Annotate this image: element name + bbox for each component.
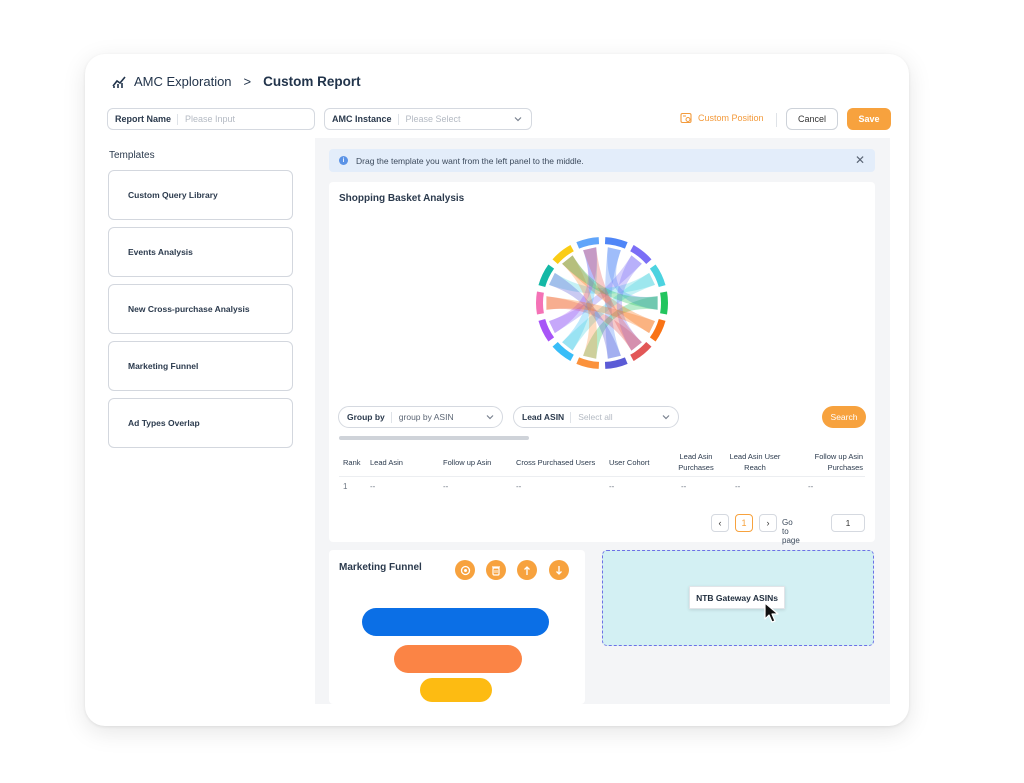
templates-title: Templates <box>109 150 155 161</box>
lead-asin-select[interactable]: Lead ASIN Select all <box>513 406 679 428</box>
cell-cross-purchased-users: -- <box>516 482 522 491</box>
amc-instance-label: AMC Instance <box>325 113 399 125</box>
marketing-funnel-panel[interactable]: Marketing Funnel <box>329 550 585 704</box>
custom-position-button[interactable]: Custom Position <box>680 112 764 124</box>
amc-instance-select[interactable]: AMC Instance Please Select <box>324 108 532 130</box>
group-by-label: Group by <box>339 411 392 423</box>
report-builder-card: AMC Exploration > Custom Report Report N… <box>85 54 909 726</box>
trash-icon[interactable] <box>486 560 506 580</box>
col-lead-asin: Lead Asin <box>370 458 403 467</box>
chord-diagram <box>536 237 668 369</box>
drag-tip-banner: i Drag the template you want from the le… <box>329 149 875 172</box>
lead-asin-label: Lead ASIN <box>514 411 572 423</box>
prev-page-button[interactable]: ‹ <box>711 514 729 532</box>
arrow-down-icon[interactable] <box>549 560 569 580</box>
group-by-value[interactable]: group by ASIN <box>392 412 485 422</box>
chord-arc-segment <box>604 357 628 369</box>
page-title: Custom Report <box>263 74 361 89</box>
col-user-cohort: User Cohort <box>609 458 650 467</box>
shopping-basket-title: Shopping Basket Analysis <box>339 193 465 204</box>
template-custom-query-library[interactable]: Custom Query Library <box>108 170 293 220</box>
report-name-input[interactable]: Please Input <box>178 114 314 124</box>
page-number-button[interactable]: 1 <box>735 514 753 532</box>
col-lead-asin-user-reach: Lead Asin User Reach <box>729 452 781 472</box>
toolbar-divider <box>776 113 777 127</box>
amc-instance-value[interactable]: Please Select <box>399 114 513 124</box>
col-cross-purchased-users: Cross Purchased Users <box>516 458 596 467</box>
scrollbar-thumb[interactable] <box>339 436 529 440</box>
template-ad-types-overlap[interactable]: Ad Types Overlap <box>108 398 293 448</box>
lead-asin-value[interactable]: Select all <box>571 412 661 422</box>
arrow-up-icon[interactable] <box>517 560 537 580</box>
tip-text: Drag the template you want from the left… <box>356 155 584 166</box>
cell-lead-asin: -- <box>370 482 376 491</box>
report-name-field[interactable]: Report Name Please Input <box>107 108 315 130</box>
col-lead-asin-purchases: Lead Asin Purchases <box>678 452 714 472</box>
chord-arc-segment <box>576 357 600 369</box>
breadcrumb: AMC Exploration > Custom Report <box>112 74 361 89</box>
cell-rank: 1 <box>343 482 348 491</box>
search-button[interactable]: Search <box>822 406 866 428</box>
breadcrumb-root[interactable]: AMC Exploration <box>134 74 232 89</box>
breadcrumb-separator: > <box>243 74 252 89</box>
cell-follow-up-asin-purchases: -- <box>808 482 814 491</box>
template-marketing-funnel[interactable]: Marketing Funnel <box>108 341 293 391</box>
shopping-basket-panel[interactable]: Shopping Basket Analysis Group by group … <box>329 182 875 545</box>
col-rank: Rank <box>343 458 361 467</box>
custom-position-label: Custom Position <box>698 113 764 123</box>
report-name-label: Report Name <box>108 113 179 125</box>
next-page-button[interactable]: › <box>759 514 777 532</box>
chord-ribbons <box>546 247 658 359</box>
report-canvas: i Drag the template you want from the le… <box>315 138 890 704</box>
chevron-down-icon <box>486 415 494 420</box>
cursor-pointer-icon <box>764 602 779 623</box>
chord-arc-segment <box>576 237 600 249</box>
cell-lead-asin-purchases: -- <box>681 482 687 491</box>
settings-icon[interactable] <box>455 560 475 580</box>
table-horizontal-scrollbar[interactable] <box>339 436 865 440</box>
save-button[interactable]: Save <box>847 108 891 130</box>
cancel-button[interactable]: Cancel <box>786 108 838 130</box>
group-by-select[interactable]: Group by group by ASIN <box>338 406 503 428</box>
template-drop-zone[interactable]: NTB Gateway ASINs <box>602 550 874 646</box>
analytics-icon <box>112 75 126 88</box>
chord-arc-segment <box>604 237 628 249</box>
cell-user-cohort: -- <box>609 482 615 491</box>
goto-page-input[interactable]: 1 <box>831 514 865 532</box>
custom-position-icon <box>680 112 692 124</box>
col-follow-up-asin: Follow up Asin <box>443 458 492 467</box>
cell-lead-asin-user-reach: -- <box>735 482 741 491</box>
chevron-down-icon <box>662 415 670 420</box>
chord-arc-segment <box>536 291 544 315</box>
info-icon: i <box>339 156 348 165</box>
chevron-down-icon <box>514 117 522 122</box>
funnel-stage-3 <box>420 678 492 702</box>
template-events-analysis[interactable]: Events Analysis <box>108 227 293 277</box>
goto-page-label: Go to page <box>782 518 800 545</box>
col-follow-up-asin-purchases: Follow up Asin Purchases <box>814 452 863 472</box>
table-header: Rank Lead Asin Follow up Asin Cross Purc… <box>339 447 865 477</box>
cell-follow-up-asin: -- <box>443 482 449 491</box>
table-row[interactable]: 1 -- -- -- -- -- -- -- <box>339 482 865 496</box>
close-icon[interactable]: ✕ <box>855 153 865 167</box>
template-cross-purchase-analysis[interactable]: New Cross-purchase Analysis <box>108 284 293 334</box>
funnel-stage-1 <box>362 608 549 636</box>
chord-arc-segment <box>660 291 668 315</box>
funnel-stage-2 <box>394 645 522 673</box>
marketing-funnel-title: Marketing Funnel <box>339 562 422 573</box>
